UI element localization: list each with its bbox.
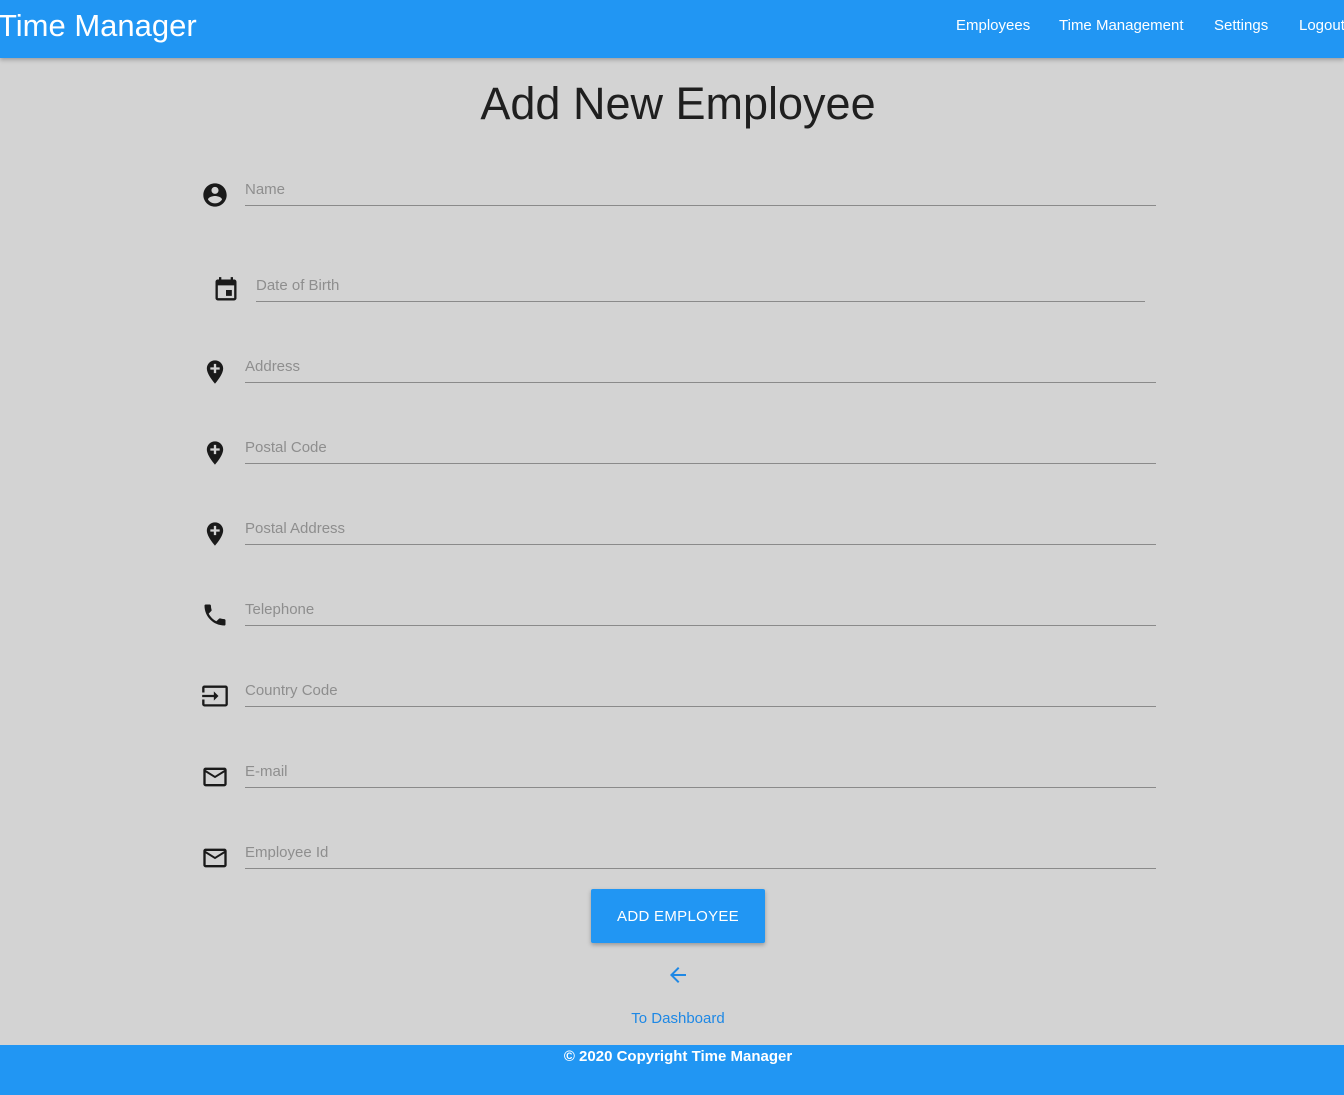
postal-code-field-row	[0, 428, 1344, 488]
nav-link-settings[interactable]: Settings	[1214, 17, 1268, 35]
to-dashboard-link[interactable]: To Dashboard	[0, 1010, 1344, 1028]
top-navbar: Time Manager Employees Time Management S…	[0, 0, 1344, 58]
nav-link-employees[interactable]: Employees	[956, 17, 1030, 35]
mail-icon	[201, 844, 229, 872]
address-input[interactable]	[245, 351, 1156, 383]
telephone-input[interactable]	[245, 594, 1156, 626]
employee-id-input[interactable]	[245, 837, 1156, 869]
name-field-row	[0, 170, 1344, 230]
date-of-birth-input[interactable]	[256, 270, 1145, 302]
phone-icon	[201, 601, 229, 629]
country-code-input[interactable]	[245, 675, 1156, 707]
input-icon	[201, 682, 229, 710]
account-circle-icon	[201, 181, 229, 209]
footer: © 2020 Copyright Time Manager	[0, 1045, 1344, 1095]
arrow-back-icon[interactable]	[666, 963, 690, 987]
postal-address-input[interactable]	[245, 513, 1156, 545]
add-employee-button[interactable]: ADD EMPLOYEE	[591, 889, 765, 943]
employee-id-field-row	[0, 833, 1344, 893]
calendar-icon	[212, 276, 240, 304]
footer-copyright: © 2020 Copyright Time Manager	[563, 1048, 793, 1065]
mail-icon	[201, 763, 229, 791]
address-field-row	[0, 347, 1344, 407]
postal-code-input[interactable]	[245, 432, 1156, 464]
add-location-icon	[201, 520, 229, 548]
postal-address-field-row	[0, 509, 1344, 569]
telephone-field-row	[0, 590, 1344, 650]
country-code-field-row	[0, 671, 1344, 731]
app-brand[interactable]: Time Manager	[0, 7, 197, 45]
add-location-icon	[201, 439, 229, 467]
nav-link-logout[interactable]: Logout	[1299, 17, 1344, 35]
date-of-birth-field-row	[0, 266, 1344, 326]
nav-link-time-management[interactable]: Time Management	[1059, 17, 1184, 35]
page-title: Add New Employee	[480, 78, 876, 129]
name-input[interactable]	[245, 174, 1156, 206]
email-input[interactable]	[245, 756, 1156, 788]
add-location-icon	[201, 358, 229, 386]
email-field-row	[0, 752, 1344, 812]
